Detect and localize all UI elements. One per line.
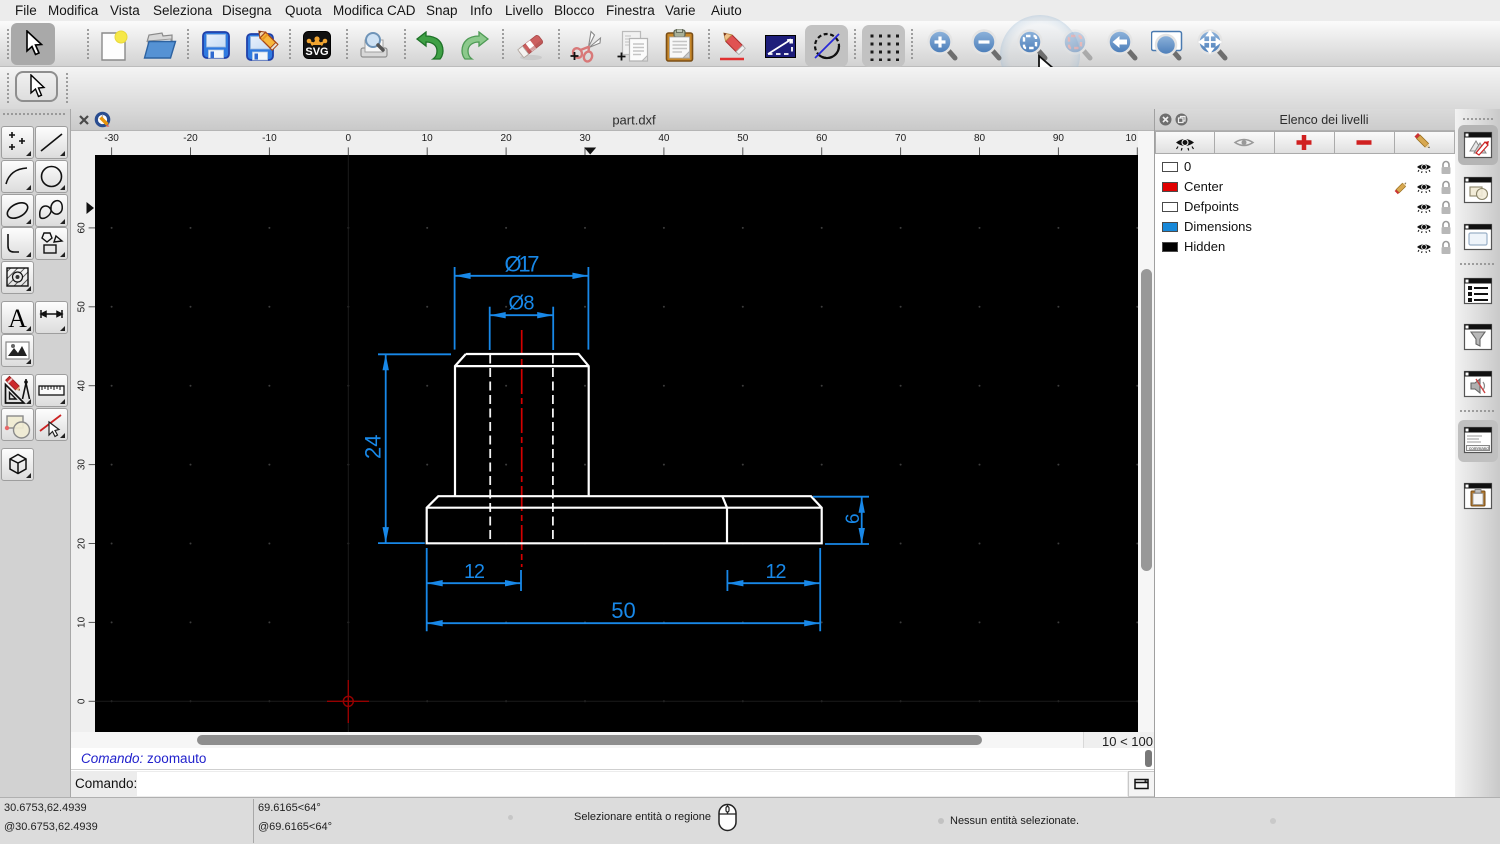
svg-text:50: 50 (737, 133, 749, 144)
svg-text:70: 70 (895, 133, 907, 144)
svg-text:Ø8: Ø8 (509, 293, 535, 315)
svg-text:10: 10 (77, 616, 88, 628)
svg-text:40: 40 (77, 380, 88, 392)
svg-text:Elenco dei livelli: Elenco dei livelli (1280, 113, 1369, 127)
svg-text:Ø17: Ø17 (505, 252, 540, 277)
svg-text:50: 50 (611, 598, 635, 623)
svg-text:24: 24 (360, 434, 385, 458)
svg-text:20: 20 (501, 133, 513, 144)
svg-text:10: 10 (1125, 133, 1137, 144)
svg-text:-30: -30 (104, 133, 119, 144)
svg-text:30: 30 (579, 133, 591, 144)
svg-text:20: 20 (77, 538, 88, 550)
svg-text:80: 80 (974, 133, 986, 144)
svg-text:40: 40 (658, 133, 670, 144)
svg-text:6: 6 (843, 513, 864, 524)
svg-text:30: 30 (77, 459, 88, 471)
svg-text:10: 10 (422, 133, 434, 144)
svg-text:-20: -20 (183, 133, 198, 144)
svg-text:A: A (8, 304, 27, 333)
svg-text:part.dxf: part.dxf (612, 113, 656, 128)
svg-text:12: 12 (464, 561, 485, 583)
svg-text:0: 0 (346, 133, 352, 144)
svg-text:SVG: SVG (305, 46, 328, 58)
svg-text:0: 0 (77, 698, 88, 704)
svg-text:command: command (1469, 446, 1489, 451)
svg-text:60: 60 (816, 133, 828, 144)
svg-text:90: 90 (1053, 133, 1065, 144)
svg-text:-10: -10 (262, 133, 277, 144)
svg-text:60: 60 (77, 222, 88, 234)
svg-text:50: 50 (77, 301, 88, 313)
svg-text:12: 12 (766, 561, 787, 583)
